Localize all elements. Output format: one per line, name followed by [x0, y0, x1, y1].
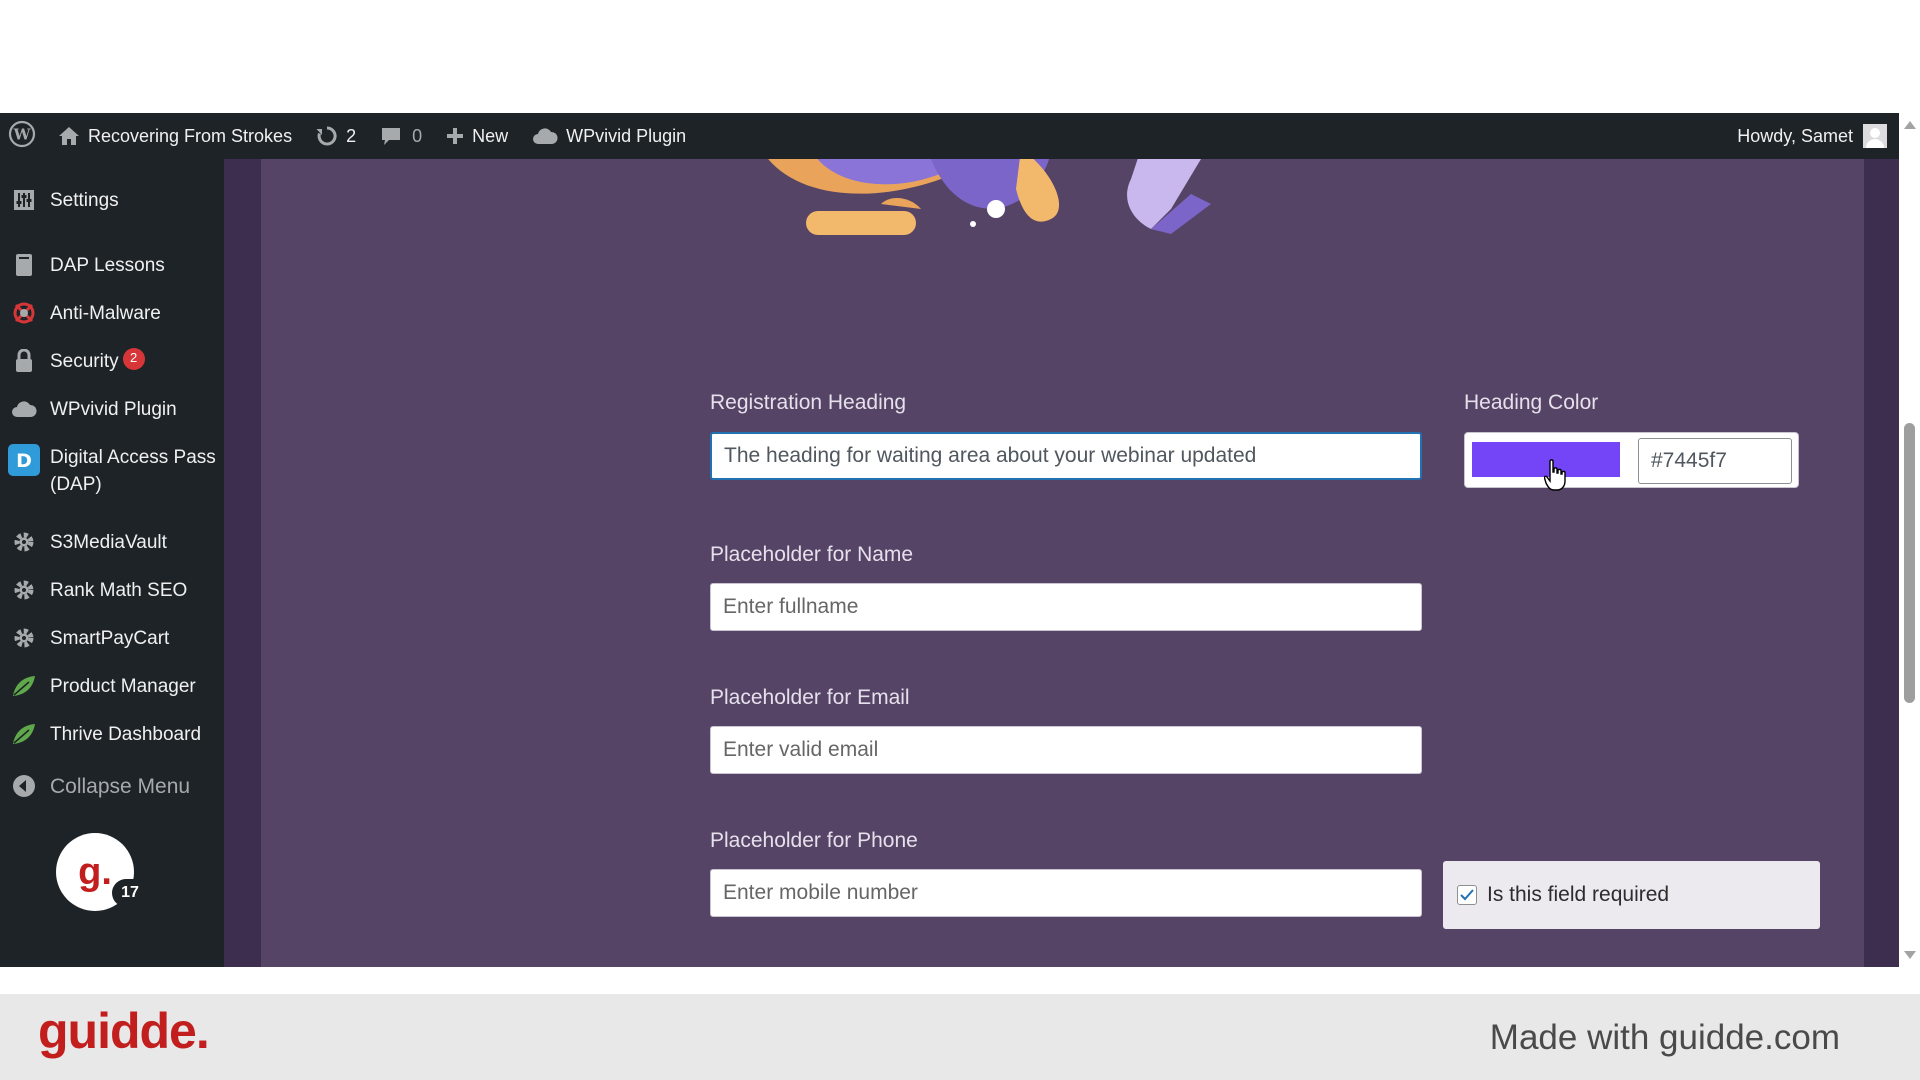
sidebar-item-settings[interactable]: Settings: [0, 187, 224, 214]
name-placeholder-label: Placeholder for Name: [710, 543, 914, 566]
comments-count: 0: [412, 125, 423, 146]
new-content-link[interactable]: New: [434, 113, 520, 159]
updates-count: 2: [346, 125, 357, 146]
leaf-icon: [11, 673, 37, 699]
settings-icon: [11, 187, 37, 213]
wordpress-icon: W: [8, 120, 36, 153]
sidebar-item-wpvivid[interactable]: WPvivid Plugin: [0, 396, 224, 423]
sidebar-item-security[interactable]: Security 2: [0, 348, 224, 375]
sidebar-item-label: SmartPayCart: [50, 628, 170, 649]
sidebar-item-label: Security: [50, 351, 119, 372]
sidebar-item-s3mediavault[interactable]: S3MediaVault: [0, 529, 224, 556]
required-field-option: Is this field required: [1443, 861, 1820, 929]
gear-icon: [11, 529, 37, 555]
new-label: New: [472, 125, 509, 146]
sidebar-item-label: DAP Lessons: [50, 255, 165, 276]
top-whitespace: [0, 0, 1920, 113]
sidebar-item-product-manager[interactable]: Product Manager: [0, 673, 224, 700]
scroll-up-arrow-icon[interactable]: [1904, 121, 1916, 129]
updates-link[interactable]: 2: [304, 113, 368, 159]
security-badge: 2: [122, 348, 145, 370]
site-name: Recovering From Strokes: [88, 125, 293, 146]
sidebar-item-label: Product Manager: [50, 676, 196, 697]
home-icon: [58, 126, 80, 146]
dap-label-line2: (DAP): [50, 474, 102, 495]
wpvivid-adminbar-label: WPvivid Plugin: [566, 125, 687, 146]
registration-heading-label: Registration Heading: [710, 391, 907, 414]
guidde-footer: guidde. Made with guidde.com: [0, 994, 1920, 1080]
wordpress-logo-button[interactable]: W: [0, 113, 46, 159]
decorative-illustration: [751, 159, 1311, 264]
sidebar-item-label: Settings: [50, 190, 119, 211]
plus-icon: [446, 127, 464, 145]
comments-link[interactable]: 0: [368, 113, 434, 159]
gear-icon: [11, 577, 37, 603]
cloud-icon: [11, 396, 37, 422]
guidde-logo: guidde.: [38, 1003, 210, 1059]
sidebar-item-smartpaycart[interactable]: SmartPayCart: [0, 625, 224, 652]
checkmark-icon: [1460, 889, 1474, 901]
wpvivid-adminbar-link[interactable]: WPvivid Plugin: [520, 113, 698, 159]
email-placeholder-label: Placeholder for Email: [710, 686, 910, 709]
form-panel: Registration Heading The heading for wai…: [261, 159, 1864, 967]
guidde-count-badge: 17: [112, 879, 148, 907]
lock-icon: [11, 348, 37, 374]
color-hex-input[interactable]: #7445f7: [1638, 438, 1792, 484]
sidebar-item-label: Digital Access Pass (DAP): [50, 444, 216, 498]
registration-heading-input[interactable]: The heading for waiting area about your …: [710, 432, 1422, 480]
dap-icon: D: [8, 444, 40, 476]
my-account-link[interactable]: Howdy, Samet: [1725, 113, 1899, 159]
sidebar-item-label: Rank Math SEO: [50, 580, 188, 601]
sidebar-item-label: WPvivid Plugin: [50, 399, 177, 420]
required-checkbox-label: Is this field required: [1487, 883, 1670, 906]
collapse-menu-button[interactable]: Collapse Menu: [0, 773, 224, 800]
phone-placeholder-label: Placeholder for Phone: [710, 829, 918, 852]
comment-icon: [380, 126, 402, 146]
collapse-arrow-icon: [11, 773, 37, 799]
sidebar-item-label: S3MediaVault: [50, 532, 167, 553]
sidebar-item-anti-malware[interactable]: Anti-Malware: [0, 300, 224, 327]
user-avatar-icon: [1863, 124, 1887, 148]
guidde-widget-letter: g.: [78, 850, 112, 893]
malware-icon: [11, 300, 37, 326]
cloud-icon: [532, 127, 558, 145]
leaf-icon: [11, 721, 37, 747]
content-left-border: [224, 159, 261, 967]
sidebar-item-dap-lessons[interactable]: DAP Lessons: [0, 252, 224, 279]
sidebar-item-rank-math[interactable]: Rank Math SEO: [0, 577, 224, 604]
name-placeholder-input[interactable]: Enter fullname: [710, 583, 1422, 631]
heading-color-picker: #7445f7: [1464, 432, 1799, 488]
heading-color-label: Heading Color: [1464, 391, 1599, 414]
sidebar-item-dap[interactable]: D Digital Access Pass (DAP): [0, 444, 224, 498]
collapse-menu-label: Collapse Menu: [50, 775, 191, 798]
svg-text:D: D: [16, 450, 32, 472]
page-scrollbar[interactable]: [1899, 113, 1920, 967]
admin-sidebar: Settings DAP Lessons Anti-Malware Securi…: [0, 159, 224, 967]
book-icon: [11, 252, 37, 278]
phone-placeholder-input[interactable]: Enter mobile number: [710, 869, 1422, 917]
required-checkbox[interactable]: [1457, 885, 1477, 905]
svg-text:W: W: [13, 125, 32, 143]
admin-bar: W Recovering From Strokes 2 0 New WPvivi…: [0, 113, 1899, 159]
gear-icon: [11, 625, 37, 651]
scroll-down-arrow-icon[interactable]: [1904, 951, 1916, 959]
sidebar-item-thrive-dashboard[interactable]: Thrive Dashboard: [0, 721, 224, 748]
site-name-link[interactable]: Recovering From Strokes: [46, 113, 304, 159]
sidebar-item-label: Thrive Dashboard: [50, 724, 202, 745]
email-placeholder-input[interactable]: Enter valid email: [710, 726, 1422, 774]
sidebar-item-label: Anti-Malware: [50, 303, 161, 324]
scrollbar-thumb[interactable]: [1904, 423, 1915, 703]
refresh-icon: [316, 125, 338, 147]
content-right-border: [1864, 159, 1899, 967]
made-with-guidde-text: Made with guidde.com: [1489, 1018, 1840, 1057]
dap-label-line1: Digital Access Pass: [50, 447, 216, 468]
howdy-greeting: Howdy, Samet: [1737, 125, 1853, 146]
hand-pointer-icon: [1543, 459, 1566, 496]
